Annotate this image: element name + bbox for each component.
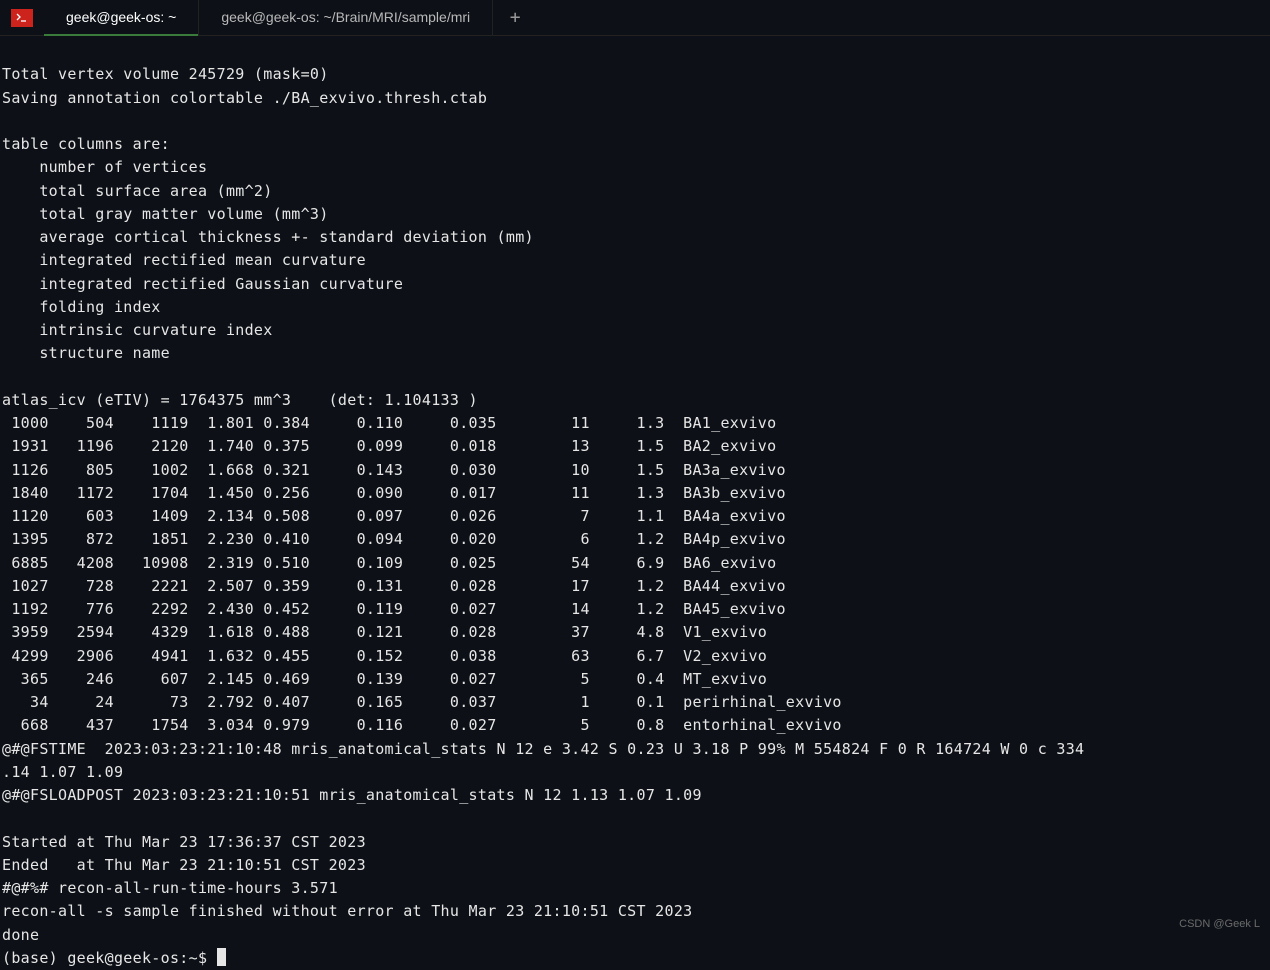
tab-label: geek@geek-os: ~/Brain/MRI/sample/mri <box>221 7 470 29</box>
output-line: total gray matter volume (mm^3) <box>2 205 329 223</box>
output-line: average cortical thickness +- standard d… <box>2 228 534 246</box>
tab-active[interactable]: geek@geek-os: ~ <box>44 0 199 35</box>
output-line: Ended at Thu Mar 23 21:10:51 CST 2023 <box>2 856 366 874</box>
output-line: .14 1.07 1.09 <box>2 763 123 781</box>
table-row: 1931 1196 2120 1.740 0.375 0.099 0.018 1… <box>2 437 776 455</box>
app-icon[interactable] <box>0 0 44 35</box>
table-row: 1000 504 1119 1.801 0.384 0.110 0.035 11… <box>2 414 776 432</box>
output-line: structure name <box>2 344 170 362</box>
output-line: intrinsic curvature index <box>2 321 273 339</box>
output-line: #@#%# recon-all-run-time-hours 3.571 <box>2 879 338 897</box>
output-line: @#@FSTIME 2023:03:23:21:10:48 mris_anato… <box>2 740 1084 758</box>
table-row: 668 437 1754 3.034 0.979 0.116 0.027 5 0… <box>2 716 842 734</box>
terminal-output[interactable]: Total vertex volume 245729 (mask=0) Savi… <box>0 36 1270 970</box>
table-row: 3959 2594 4329 1.618 0.488 0.121 0.028 3… <box>2 623 767 641</box>
output-line: integrated rectified Gaussian curvature <box>2 275 403 293</box>
output-line: table columns are: <box>2 135 170 153</box>
prompt: (base) geek@geek-os:~$ <box>2 949 217 967</box>
output-line: recon-all -s sample finished without err… <box>2 902 692 920</box>
table-row: 1840 1172 1704 1.450 0.256 0.090 0.017 1… <box>2 484 786 502</box>
new-tab-button[interactable]: + <box>493 0 537 35</box>
table-row: 1395 872 1851 2.230 0.410 0.094 0.020 6 … <box>2 530 786 548</box>
output-line: folding index <box>2 298 161 316</box>
output-line: integrated rectified mean curvature <box>2 251 366 269</box>
terminal-icon <box>11 9 33 27</box>
output-line: number of vertices <box>2 158 207 176</box>
table-row: 1027 728 2221 2.507 0.359 0.131 0.028 17… <box>2 577 786 595</box>
table-row: 4299 2906 4941 1.632 0.455 0.152 0.038 6… <box>2 647 767 665</box>
cursor <box>217 948 226 966</box>
output-line: Saving annotation colortable ./BA_exvivo… <box>2 89 487 107</box>
output-line: total surface area (mm^2) <box>2 182 273 200</box>
output-line: atlas_icv (eTIV) = 1764375 mm^3 (det: 1.… <box>2 391 478 409</box>
output-line: Started at Thu Mar 23 17:36:37 CST 2023 <box>2 833 366 851</box>
tab-bar: geek@geek-os: ~ geek@geek-os: ~/Brain/MR… <box>0 0 1270 36</box>
table-row: 6885 4208 10908 2.319 0.510 0.109 0.025 … <box>2 554 776 572</box>
table-row: 34 24 73 2.792 0.407 0.165 0.037 1 0.1 p… <box>2 693 842 711</box>
table-row: 1120 603 1409 2.134 0.508 0.097 0.026 7 … <box>2 507 786 525</box>
tab-inactive[interactable]: geek@geek-os: ~/Brain/MRI/sample/mri <box>199 0 493 35</box>
plus-icon: + <box>510 4 521 32</box>
output-line: Total vertex volume 245729 (mask=0) <box>2 65 329 83</box>
tab-label: geek@geek-os: ~ <box>66 7 176 29</box>
watermark: CSDN @Geek L <box>1179 916 1260 933</box>
table-row: 1192 776 2292 2.430 0.452 0.119 0.027 14… <box>2 600 786 618</box>
output-line: @#@FSLOADPOST 2023:03:23:21:10:51 mris_a… <box>2 786 702 804</box>
table-row: 365 246 607 2.145 0.469 0.139 0.027 5 0.… <box>2 670 767 688</box>
table-row: 1126 805 1002 1.668 0.321 0.143 0.030 10… <box>2 461 786 479</box>
